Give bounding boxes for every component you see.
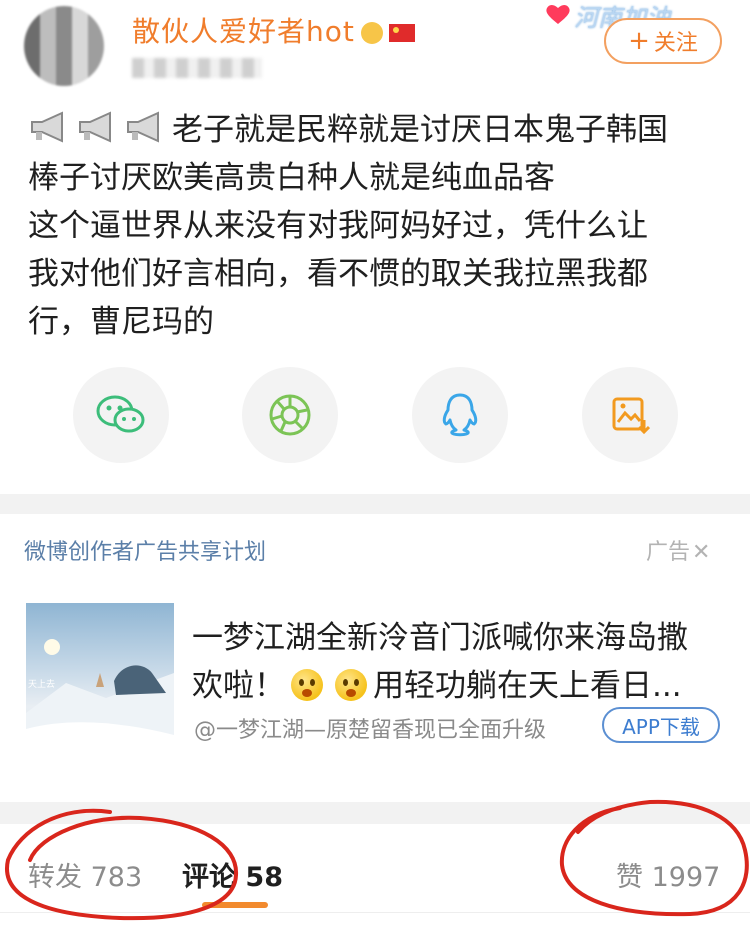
ad-thumb-text: 天上去 <box>28 678 55 690</box>
qq-icon <box>442 393 478 437</box>
post-text: 老子就是民粹就是讨厌日本鬼子韩国 棒子讨厌欧美高贵白种人就是纯血品客 这个逼世界… <box>28 106 728 346</box>
ad-thumbnail-art: 天上去 <box>26 639 174 751</box>
app-download-button[interactable]: APP下载 <box>602 707 720 743</box>
username-text: 散伙人爱好者hot <box>132 15 355 48</box>
megaphone-icon <box>31 111 63 143</box>
follow-label: 关注 <box>653 31 698 56</box>
section-divider <box>0 802 750 824</box>
post-line-4: 我对他们好言相向，看不惯的取关我拉黑我都 <box>28 256 648 292</box>
post-line-3: 这个逼世界从来没有对我阿妈好过，凭什么让 <box>28 208 648 244</box>
surprised-emoji-icon <box>335 669 367 701</box>
ad-title[interactable]: 一梦江湖全新泠音门派喊你来海岛撒 欢啦！ 用轻功躺在天上看日... <box>192 614 732 710</box>
surprised-emoji-icon <box>291 669 323 701</box>
active-tab-indicator <box>202 902 268 908</box>
post-line-1: 老子就是民粹就是讨厌日本鬼子韩国 <box>28 106 728 154</box>
share-wechat-button[interactable] <box>73 367 169 463</box>
post-line-2: 棒子讨厌欧美高贵白种人就是纯血品客 <box>28 160 555 196</box>
divider <box>0 912 750 913</box>
ad-source[interactable]: @一梦江湖—原楚留香现已全面升级 <box>194 712 546 744</box>
tab-like[interactable]: 赞 1997 <box>616 855 720 894</box>
heart-icon <box>546 5 570 24</box>
save-image-icon <box>612 397 650 435</box>
ad-label[interactable]: 广告✕ <box>646 534 710 566</box>
megaphone-icon <box>127 111 159 143</box>
china-flag-icon <box>388 24 415 42</box>
tab-repost[interactable]: 转发 783 <box>28 855 142 894</box>
ad-thumbnail[interactable]: 天上去 <box>26 603 174 751</box>
share-qq-button[interactable] <box>412 367 508 463</box>
ad-program-link[interactable]: 微博创作者广告共享计划 <box>24 534 266 566</box>
crown-badge-icon <box>360 22 383 44</box>
moments-icon <box>269 394 311 436</box>
tab-comment[interactable]: 评论 58 <box>182 855 283 894</box>
save-image-button[interactable] <box>582 367 678 463</box>
post-meta-blurred <box>132 58 262 78</box>
share-moments-button[interactable] <box>242 367 338 463</box>
plus-icon: + <box>628 26 650 56</box>
megaphone-icon <box>79 111 111 143</box>
section-divider <box>0 494 750 514</box>
post-line-5: 行，曹尼玛的 <box>28 304 214 340</box>
close-icon[interactable]: ✕ <box>692 540 710 565</box>
avatar[interactable] <box>24 6 104 86</box>
username[interactable]: 散伙人爱好者hot <box>132 10 415 50</box>
follow-button[interactable]: + 关注 <box>604 18 722 64</box>
wechat-icon <box>96 395 145 433</box>
